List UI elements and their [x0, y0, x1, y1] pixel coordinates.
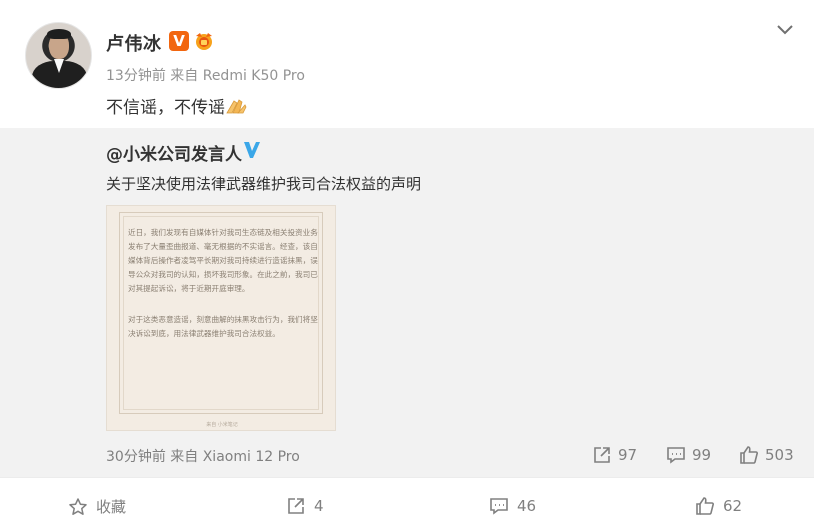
star-icon	[69, 497, 87, 515]
comment-button[interactable]: 46	[489, 496, 536, 516]
share-button[interactable]: 4	[286, 496, 324, 516]
repost-meta: 30分钟前 来自 Xiaomi 12 Pro	[106, 449, 300, 465]
repost-author-name[interactable]: @小米公司发言人	[106, 140, 242, 165]
post-meta: 13分钟前 来自 Redmi K50 Pro	[106, 68, 305, 84]
statement-image-footer: 来自 小米笔记	[206, 422, 238, 428]
thumbs-up-icon	[740, 446, 758, 464]
repost-like-button[interactable]: 503	[739, 445, 794, 465]
weibo-post: 卢伟冰 V 13分钟前 来自 Redmi K50 Pro 不信谣，不传谣 @小米…	[0, 0, 814, 529]
favorite-label: 收藏	[96, 498, 127, 516]
like-button[interactable]: 62	[695, 496, 742, 516]
repost-share-count: 97	[618, 446, 638, 464]
comment-icon	[667, 447, 685, 464]
fan-level-badge-icon[interactable]	[193, 31, 215, 51]
statement-paragraph-1: 近日，我们发现有自媒体针对我司生态链及相关投资业务发布了大量歪曲报道、毫无根据的…	[128, 228, 318, 293]
favorite-button[interactable]: 收藏	[68, 496, 126, 517]
action-bar: 收藏 4 46 62	[0, 477, 814, 529]
statement-paragraph-2: 对于这类恶意造谣，刻意曲解的抹黑攻击行为，我们将坚决诉讼到底，用法律武器维护我司…	[128, 315, 318, 338]
comment-count: 46	[517, 497, 537, 515]
repost-text[interactable]: 关于坚决使用法律武器维护我司合法权益的声明	[106, 173, 421, 194]
repost-comment-count: 99	[692, 446, 712, 464]
avatar-hair	[47, 29, 71, 39]
statement-image[interactable]: 近日，我们发现有自媒体针对我司生态链及相关投资业务发布了大量歪曲报道、毫无根据的…	[106, 205, 336, 431]
like-count: 62	[723, 497, 743, 515]
author-avatar[interactable]	[25, 22, 92, 89]
vip-badge-icon[interactable]: V	[169, 31, 189, 51]
share-icon	[594, 447, 610, 463]
chevron-down-icon[interactable]	[775, 22, 795, 38]
repost-share-button[interactable]: 97	[592, 445, 637, 465]
post-text-content: 不信谣，不传谣	[106, 98, 225, 118]
praying-hands-emoji-icon	[226, 99, 247, 114]
statement-image-body: 近日，我们发现有自媒体针对我司生态链及相关投资业务发布了大量歪曲报道、毫无根据的…	[128, 226, 318, 358]
share-icon	[288, 498, 304, 514]
thumbs-up-icon	[696, 497, 714, 515]
post-text: 不信谣，不传谣	[106, 93, 247, 118]
author-name[interactable]: 卢伟冰	[106, 30, 162, 56]
repost-comment-button[interactable]: 99	[666, 445, 711, 465]
repost-like-count: 503	[765, 446, 794, 464]
share-count: 4	[314, 497, 324, 515]
verified-blue-v-icon	[244, 142, 260, 158]
comment-icon	[490, 498, 508, 515]
